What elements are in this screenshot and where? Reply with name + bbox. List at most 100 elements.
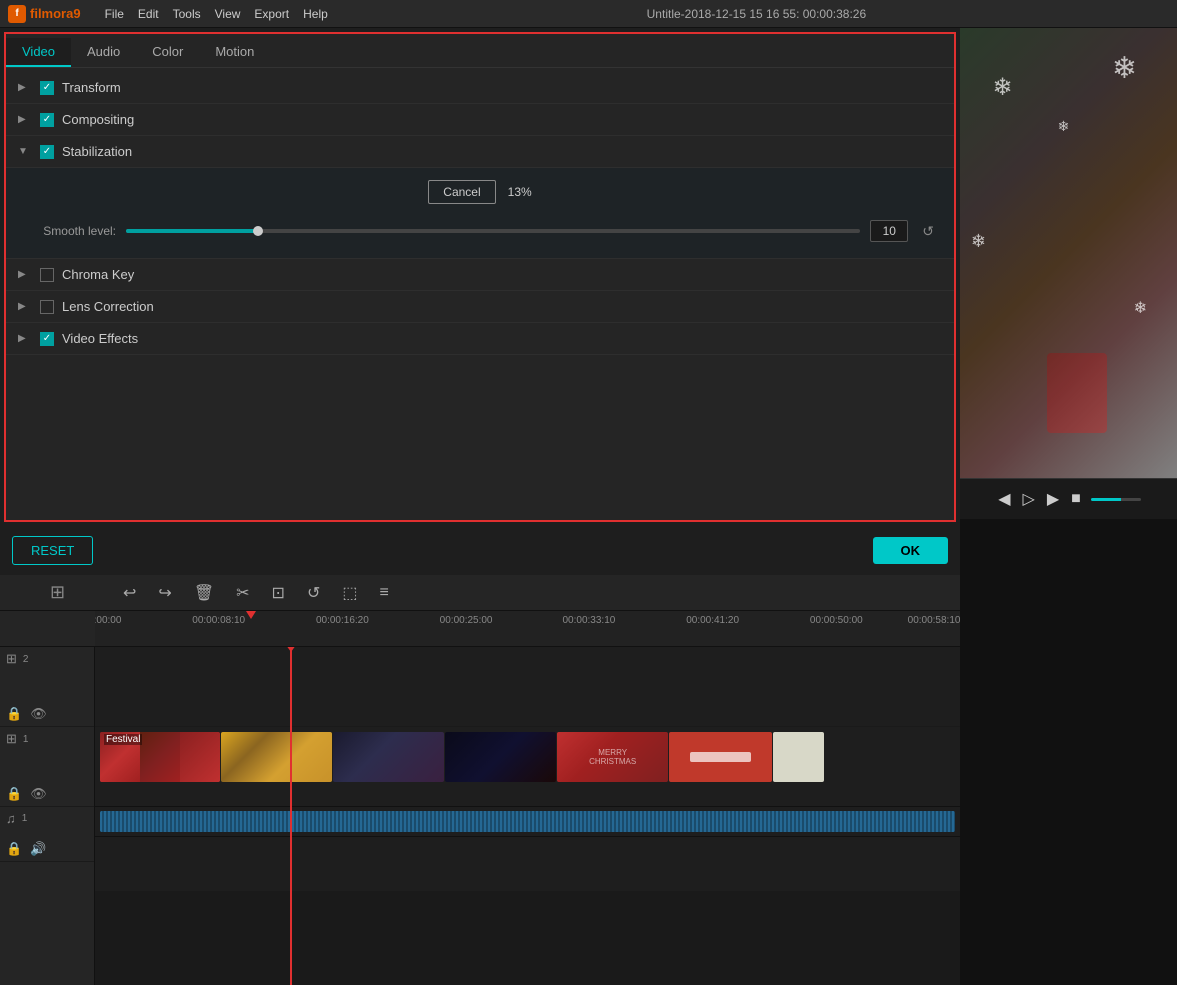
music-lock-icon[interactable]: 🔒 xyxy=(6,841,22,857)
video-clip-1[interactable]: Festival xyxy=(100,732,220,782)
ruler-marks: 00:00:00:00 00:00:08:10 00:00:16:20 00:0… xyxy=(95,611,960,646)
video-effects-label: Video Effects xyxy=(62,331,138,346)
transform-checkbox[interactable] xyxy=(40,81,54,95)
prop-row-lens-correction[interactable]: ▶ Lens Correction xyxy=(6,291,954,323)
track-controls: ⊞ 2 🔒 👁 ⊞ 1 xyxy=(0,647,95,985)
track-2-lock-icon[interactable]: 🔒 xyxy=(6,706,22,722)
properties-buttons: RESET OK xyxy=(0,526,960,575)
timeline-area: ⊞ ↩ ↪ 🗑 ✂ ⊡ ↺ ⬚ ≡ 00:00:00:00 00:00:08:1… xyxy=(0,575,960,985)
smooth-reset-icon[interactable]: ↺ xyxy=(922,223,934,240)
smooth-slider-fill xyxy=(126,229,258,233)
rotate-button[interactable]: ↺ xyxy=(303,581,324,605)
prev-frame-button[interactable]: ◀ xyxy=(996,487,1012,511)
add-track-icon[interactable]: ⊞ xyxy=(50,582,65,603)
track-2-vis-icon[interactable]: 👁 xyxy=(30,706,47,722)
prop-row-compositing[interactable]: ▶ Compositing xyxy=(6,104,954,136)
waveform-visual xyxy=(100,811,955,832)
play-step-button[interactable]: ▷ xyxy=(1021,487,1037,511)
snowflake-5: ❄ xyxy=(1058,118,1070,135)
menu-bar: f filmora9 File Edit Tools View Export H… xyxy=(0,0,1177,28)
video-effects-checkbox[interactable] xyxy=(40,332,54,346)
prop-row-video-effects[interactable]: ▶ Video Effects xyxy=(6,323,954,355)
delete-button[interactable]: 🗑 xyxy=(190,581,218,605)
redo-button[interactable]: ↪ xyxy=(154,581,175,605)
track-2-grid-icon: ⊞ xyxy=(6,651,17,667)
stabilization-progress-row: Cancel 13% xyxy=(26,180,934,204)
cut-button[interactable]: ✂ xyxy=(232,581,253,605)
transform-label: Transform xyxy=(62,80,121,95)
left-panel: Video Audio Color Motion ▶ Transform ▶ C… xyxy=(0,28,960,985)
lens-correction-checkbox[interactable] xyxy=(40,300,54,314)
reset-button[interactable]: RESET xyxy=(12,536,93,565)
properties-tabs: Video Audio Color Motion xyxy=(6,34,954,68)
track-2-label: 2 xyxy=(23,654,29,665)
play-button[interactable]: ▶ xyxy=(1045,487,1061,511)
timeline-toolbar: ⊞ ↩ ↪ 🗑 ✂ ⊡ ↺ ⬚ ≡ xyxy=(0,575,960,611)
ruler-time-2: 00:00:16:20 xyxy=(316,615,369,626)
ok-button[interactable]: OK xyxy=(873,537,949,564)
menu-file[interactable]: File xyxy=(105,7,124,21)
smooth-slider[interactable] xyxy=(126,229,860,233)
compositing-checkbox[interactable] xyxy=(40,113,54,127)
smooth-value-input[interactable] xyxy=(870,220,908,242)
volume-slider[interactable] xyxy=(1091,498,1141,501)
frame-button[interactable]: ⬚ xyxy=(338,581,361,605)
app-logo-icon: f xyxy=(8,5,26,23)
timeline-ruler[interactable]: 00:00:00:00 00:00:08:10 00:00:16:20 00:0… xyxy=(95,611,960,646)
settings-button[interactable]: ≡ xyxy=(375,582,392,604)
app-logo: f filmora9 xyxy=(8,5,81,23)
preview-video: ❄ ❄ ❄ ❄ ❄ xyxy=(960,28,1177,478)
tab-audio[interactable]: Audio xyxy=(71,38,136,67)
stabilization-checkbox[interactable] xyxy=(40,145,54,159)
track-1-lock-icon[interactable]: 🔒 xyxy=(6,786,22,802)
crop-button[interactable]: ⊡ xyxy=(268,581,289,605)
snowflake-4: ❄ xyxy=(1134,298,1147,318)
prop-row-chroma-key[interactable]: ▶ Chroma Key xyxy=(6,259,954,291)
chevron-right-icon: ▶ xyxy=(18,82,32,93)
right-panel: ❄ ❄ ❄ ❄ ❄ ◀ ▷ ▶ ■ xyxy=(960,28,1177,985)
video-clip-7[interactable] xyxy=(773,732,824,782)
timeline-ruler-wrapper: 00:00:00:00 00:00:08:10 00:00:16:20 00:0… xyxy=(0,611,960,647)
tab-video[interactable]: Video xyxy=(6,38,71,67)
video-clip-5[interactable]: MERRYCHRISTMAS xyxy=(557,732,668,782)
music-track-label: 1 xyxy=(22,813,28,824)
tab-color[interactable]: Color xyxy=(136,38,199,67)
video-clip-2[interactable] xyxy=(221,732,332,782)
snowflake-3: ❄ xyxy=(971,231,986,252)
window-title: Untitle-2018-12-15 15 16 55: 00:00:38:26 xyxy=(344,7,1169,21)
stop-button[interactable]: ■ xyxy=(1069,488,1083,510)
video-clip-4[interactable] xyxy=(445,732,556,782)
music-vis-icon[interactable]: 🔊 xyxy=(30,841,46,857)
ruler-time-0: 00:00:00:00 xyxy=(95,615,121,626)
menu-view[interactable]: View xyxy=(215,7,241,21)
compositing-label: Compositing xyxy=(62,112,134,127)
music-icon: ♫ xyxy=(6,811,16,826)
clip-1-label: Festival xyxy=(104,734,142,745)
ruler-time-1: 00:00:08:10 xyxy=(192,615,245,626)
menu-export[interactable]: Export xyxy=(254,7,289,21)
ruler-time-3: 00:00:25:00 xyxy=(440,615,493,626)
music-track-empty xyxy=(95,837,960,892)
undo-button[interactable]: ↩ xyxy=(119,581,140,605)
prop-row-stabilization[interactable]: ▼ Stabilization xyxy=(6,136,954,168)
snowflake-1: ❄ xyxy=(993,73,1013,102)
track-1-grid-icon: ⊞ xyxy=(6,731,17,747)
track-1-ctrl: ⊞ 1 🔒 👁 xyxy=(0,727,94,807)
menu-edit[interactable]: Edit xyxy=(138,7,159,21)
cancel-button[interactable]: Cancel xyxy=(428,180,495,204)
prop-row-transform[interactable]: ▶ Transform xyxy=(6,72,954,104)
empty-track-row-2 xyxy=(95,647,960,727)
tracks-area: ⊞ 2 🔒 👁 ⊞ 1 xyxy=(0,647,960,985)
chroma-key-checkbox[interactable] xyxy=(40,268,54,282)
waveform-bar xyxy=(100,811,955,832)
track-1-label: 1 xyxy=(23,734,29,745)
progress-percent: 13% xyxy=(508,185,532,199)
tab-motion[interactable]: Motion xyxy=(199,38,270,67)
video-clip-6[interactable] xyxy=(669,732,772,782)
menu-help[interactable]: Help xyxy=(303,7,328,21)
chevron-right-icon: ▶ xyxy=(18,333,32,344)
video-clips: Festival xyxy=(100,732,955,782)
video-clip-3[interactable] xyxy=(333,732,444,782)
menu-tools[interactable]: Tools xyxy=(173,7,201,21)
track-1-vis-icon[interactable]: 👁 xyxy=(30,786,47,802)
